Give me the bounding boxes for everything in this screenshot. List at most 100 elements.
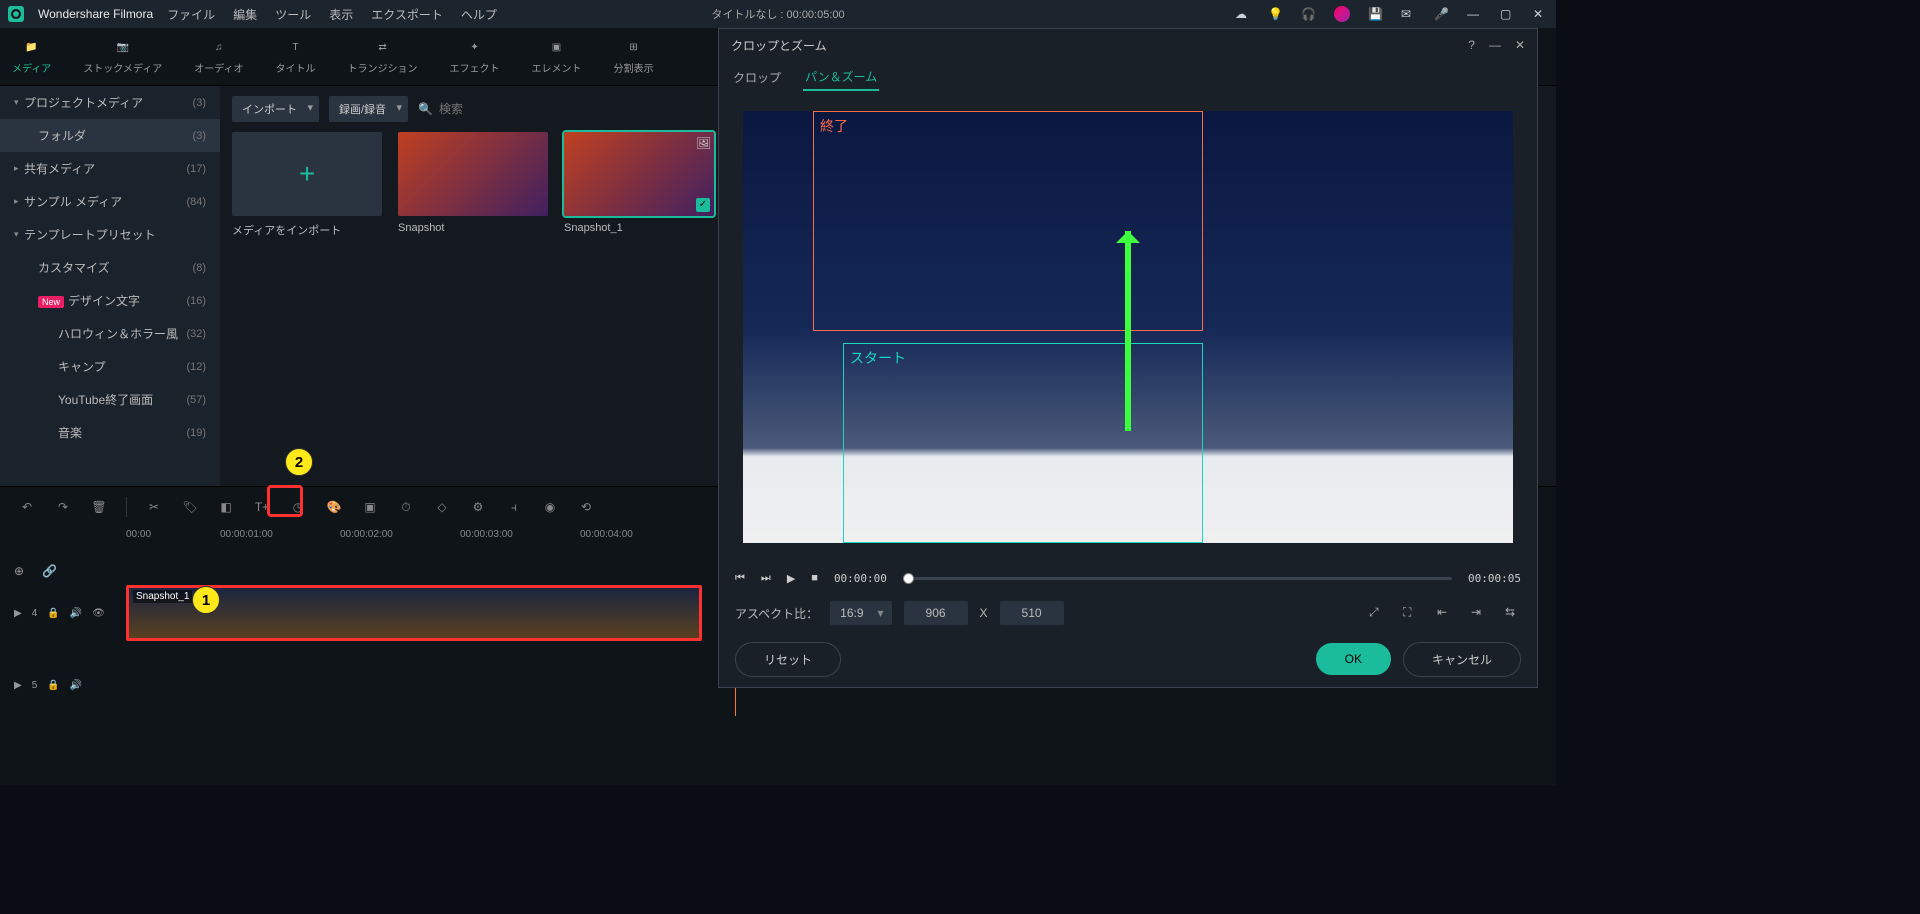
maximize-icon[interactable]: ▢ <box>1500 7 1515 22</box>
undo-icon[interactable]: ↶ <box>18 498 36 516</box>
clock-icon[interactable]: ⏱ <box>397 498 415 516</box>
sidebar-item[interactable]: キャンプ(12) <box>0 350 220 383</box>
mic-icon[interactable]: 🎤 <box>1434 7 1449 22</box>
menu-help[interactable]: ヘルプ <box>461 6 497 23</box>
element-icon: ▣ <box>548 39 566 57</box>
sidebar-item[interactable]: カスタマイズ(8) <box>0 251 220 284</box>
start-region[interactable]: スタート <box>843 343 1203 543</box>
sidebar-item[interactable]: ▸共有メディア(17) <box>0 152 220 185</box>
headset-icon[interactable]: 🎧 <box>1301 7 1316 22</box>
tool-split[interactable]: ⊞分割表示 <box>614 39 654 75</box>
text-icon: T <box>287 39 305 57</box>
align-left-icon[interactable]: ⇤ <box>1437 605 1453 621</box>
dialog-minimize-icon[interactable]: — <box>1489 38 1501 52</box>
sparkle-icon: ✦ <box>466 39 484 57</box>
avatar-icon[interactable] <box>1334 6 1350 22</box>
color-icon[interactable]: 🎨 <box>325 498 343 516</box>
menu-view[interactable]: 表示 <box>329 6 353 23</box>
link-icon[interactable]: 🔗 <box>42 564 57 578</box>
reset-button[interactable]: リセット <box>735 642 841 677</box>
cut-icon[interactable]: ✂ <box>145 498 163 516</box>
more2-icon[interactable]: ◉ <box>541 498 559 516</box>
fit-icon[interactable]: ⤢ <box>1369 605 1385 621</box>
tool-media[interactable]: 📁メディア <box>12 39 51 75</box>
sidebar-item[interactable]: Newデザイン文字(16) <box>0 284 220 317</box>
play-icon[interactable]: ▶ <box>14 608 22 619</box>
menu-tool[interactable]: ツール <box>275 6 311 23</box>
notification-icon[interactable]: ✉ <box>1401 7 1416 22</box>
aspect-select[interactable]: 16:9 <box>830 601 891 625</box>
save-icon[interactable]: 💾 <box>1368 7 1383 22</box>
width-input[interactable]: 906 <box>904 601 968 625</box>
ok-button[interactable]: OK <box>1316 643 1391 675</box>
menu-export[interactable]: エクスポート <box>371 6 443 23</box>
slider-knob[interactable] <box>903 573 914 584</box>
end-region[interactable]: 終了 <box>813 111 1203 331</box>
record-dropdown[interactable]: 録画/録音 <box>329 96 408 122</box>
time-slider[interactable] <box>903 577 1452 580</box>
sidebar-item[interactable]: フォルダ(3) <box>0 119 220 152</box>
eye-icon[interactable]: 👁 <box>92 608 105 619</box>
add-track-icon[interactable]: ⊕ <box>14 564 24 578</box>
stop-icon[interactable]: ■ <box>811 572 818 584</box>
tool-stock[interactable]: 📷ストックメディア <box>83 39 162 75</box>
help-icon[interactable]: ? <box>1468 38 1475 52</box>
volume-icon[interactable]: 🔊 <box>70 608 82 619</box>
media-thumb[interactable]: +メディアをインポート <box>232 132 382 238</box>
minimize-icon[interactable]: — <box>1467 7 1482 22</box>
preview-area: 終了 スタート <box>719 93 1537 561</box>
tool-title[interactable]: Tタイトル <box>276 39 316 75</box>
tag-icon[interactable]: 🏷 <box>181 498 199 516</box>
app-logo <box>8 6 24 22</box>
menu-file[interactable]: ファイル <box>167 6 215 23</box>
cloud-icon[interactable]: ☁ <box>1235 7 1250 22</box>
keyframe-icon[interactable]: ◇ <box>433 498 451 516</box>
tab-pan-zoom[interactable]: パン＆ズーム <box>803 64 879 91</box>
speed-icon[interactable]: ◷ <box>289 498 307 516</box>
tab-crop[interactable]: クロップ <box>731 65 783 90</box>
delete-icon[interactable]: 🗑 <box>90 498 108 516</box>
menu-edit[interactable]: 編集 <box>233 6 257 23</box>
tool-element[interactable]: ▣エレメント <box>532 39 582 75</box>
prev-frame-icon[interactable]: ⏮ <box>735 572 745 585</box>
transition-icon: ⇄ <box>374 39 392 57</box>
cancel-button[interactable]: キャンセル <box>1403 642 1521 677</box>
crop-icon[interactable]: ◧ <box>217 498 235 516</box>
media-thumb[interactable]: 🖼✓Snapshot_1 <box>564 132 714 238</box>
direction-arrow-icon <box>1125 231 1131 431</box>
redo-icon[interactable]: ↷ <box>54 498 72 516</box>
preview-canvas[interactable]: 終了 スタート <box>743 111 1513 543</box>
text-add-icon[interactable]: T+ <box>253 498 271 516</box>
sidebar-item[interactable]: ハロウィン＆ホラー風(32) <box>0 317 220 350</box>
fill-icon[interactable]: ⛶ <box>1403 605 1419 621</box>
volume-icon[interactable]: 🔊 <box>70 680 82 691</box>
time-end: 00:00:05 <box>1468 572 1521 585</box>
lock-icon[interactable]: 🔒 <box>47 608 59 619</box>
align-right-icon[interactable]: ⇥ <box>1471 605 1487 621</box>
play-icon[interactable]: ▶ <box>14 680 22 691</box>
lightbulb-icon[interactable]: 💡 <box>1268 7 1283 22</box>
play-icon[interactable]: ▶ <box>787 572 795 585</box>
tool-audio[interactable]: ♫オーディオ <box>194 39 243 75</box>
height-input[interactable]: 510 <box>1000 601 1064 625</box>
dialog-title: クロップとズーム <box>731 37 827 54</box>
adjust-icon[interactable]: ⚙ <box>469 498 487 516</box>
import-dropdown[interactable]: インポート <box>232 96 319 122</box>
sidebar-item[interactable]: 音楽(19) <box>0 416 220 449</box>
close-icon[interactable]: ✕ <box>1533 7 1548 22</box>
next-frame-icon[interactable]: ⏭ <box>761 572 771 585</box>
lock-icon[interactable]: 🔒 <box>47 680 59 691</box>
greenscreen-icon[interactable]: ▣ <box>361 498 379 516</box>
search-input[interactable] <box>439 102 594 116</box>
sidebar-item[interactable]: YouTube終了画面(57) <box>0 383 220 416</box>
swap-icon[interactable]: ⇆ <box>1505 605 1521 621</box>
more3-icon[interactable]: ⟲ <box>577 498 595 516</box>
tool-effect[interactable]: ✦エフェクト <box>450 39 500 75</box>
tool-transition[interactable]: ⇄トランジション <box>348 39 418 75</box>
sidebar-item[interactable]: ▾プロジェクトメディア(3) <box>0 86 220 119</box>
media-thumb[interactable]: Snapshot <box>398 132 548 238</box>
dialog-close-icon[interactable]: ✕ <box>1515 38 1525 52</box>
sidebar-item[interactable]: ▸サンプル メディア(84) <box>0 185 220 218</box>
more1-icon[interactable]: ⫞ <box>505 498 523 516</box>
sidebar-item[interactable]: ▾テンプレートプリセット <box>0 218 220 251</box>
